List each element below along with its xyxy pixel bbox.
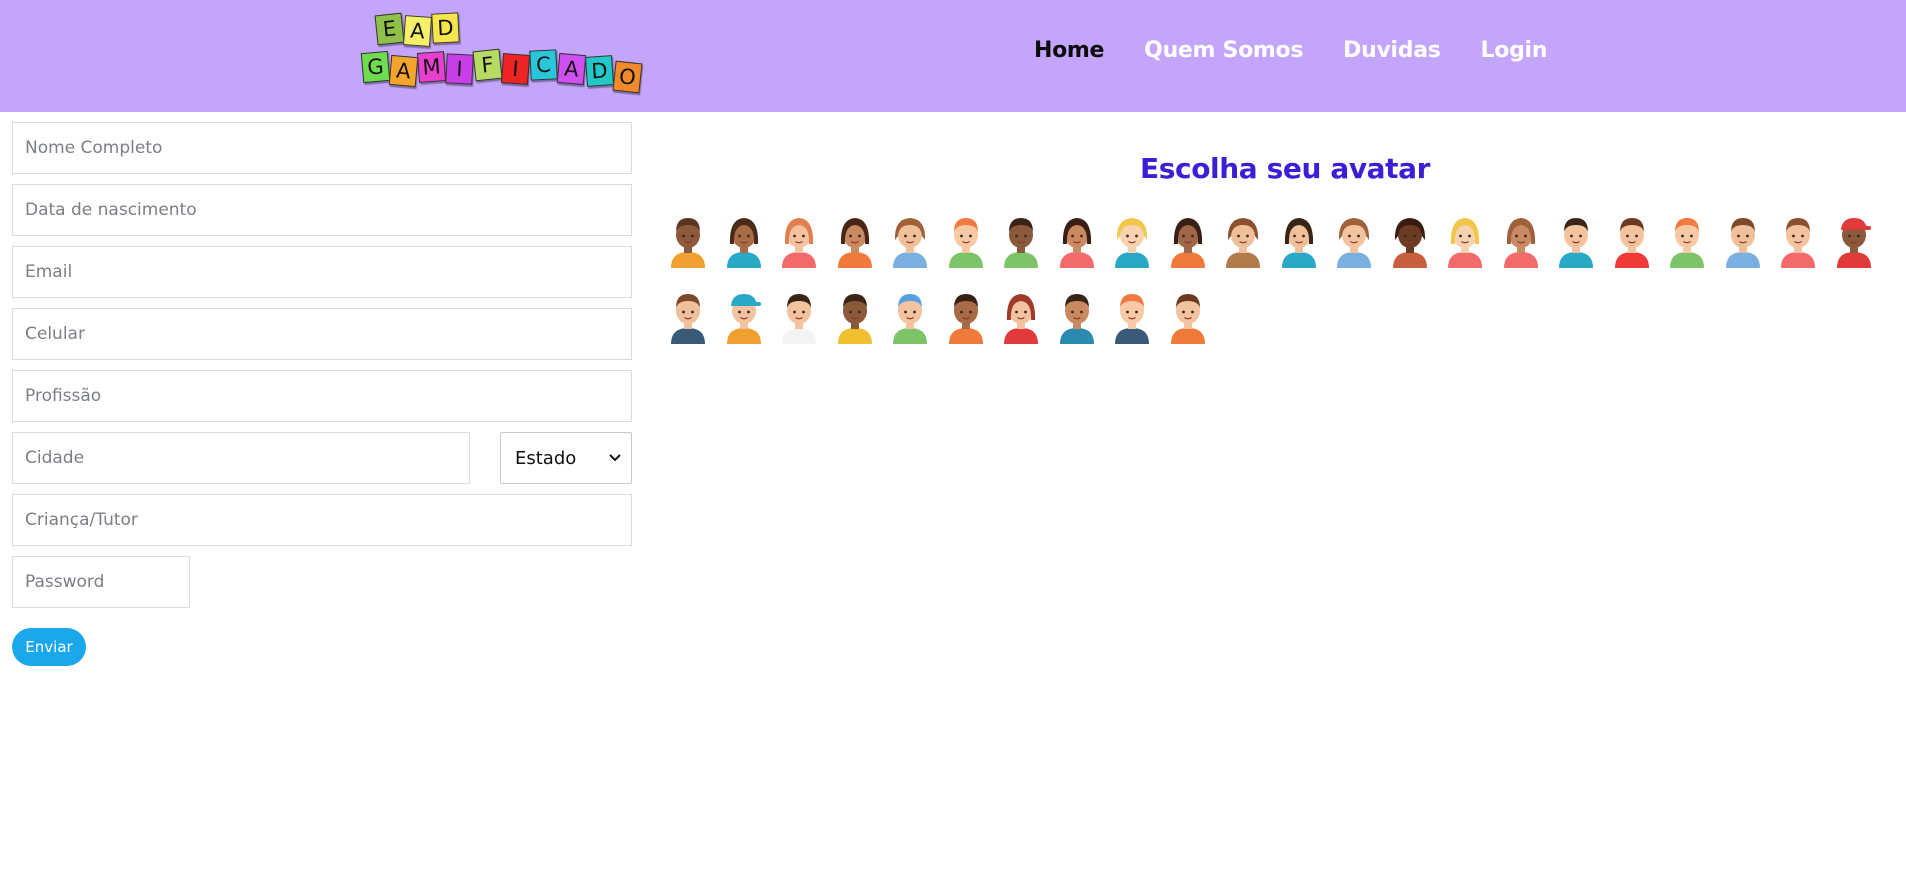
avatar-option[interactable] xyxy=(1390,214,1430,268)
avatar-option[interactable] xyxy=(1112,214,1152,268)
crianca-tutor-input[interactable] xyxy=(12,494,632,546)
avatar-option[interactable] xyxy=(668,214,708,268)
logo[interactable]: E A D G A M I F I C A D O xyxy=(360,10,652,96)
avatar-option[interactable] xyxy=(1667,214,1707,268)
avatar-section-title: Escolha seu avatar xyxy=(1140,152,1431,185)
avatar-option[interactable] xyxy=(1723,214,1763,268)
avatar-option[interactable] xyxy=(946,214,986,268)
avatar-option[interactable] xyxy=(890,290,930,344)
chevron-down-icon xyxy=(609,451,621,465)
avatar-option[interactable] xyxy=(724,290,764,344)
nav-quem-somos[interactable]: Quem Somos xyxy=(1144,38,1303,63)
avatar-option[interactable] xyxy=(1279,214,1319,268)
avatar-option[interactable] xyxy=(1001,214,1041,268)
avatar-option[interactable] xyxy=(1501,214,1541,268)
nav-duvidas[interactable]: Duvidas xyxy=(1343,38,1441,63)
avatar-option[interactable] xyxy=(1445,214,1485,268)
avatar-option[interactable] xyxy=(1834,214,1874,268)
avatar-option[interactable] xyxy=(1556,214,1596,268)
nome-completo-input[interactable] xyxy=(12,122,632,174)
password-input[interactable] xyxy=(12,556,190,608)
avatar-option[interactable] xyxy=(1057,214,1097,268)
avatar-option[interactable] xyxy=(1057,290,1097,344)
avatar-option[interactable] xyxy=(1168,214,1208,268)
cidade-input[interactable] xyxy=(12,432,470,484)
avatar-option[interactable] xyxy=(946,290,986,344)
profissao-input[interactable] xyxy=(12,370,632,422)
email-input[interactable] xyxy=(12,246,632,298)
avatar-option[interactable] xyxy=(835,290,875,344)
celular-input[interactable] xyxy=(12,308,632,360)
avatar-option[interactable] xyxy=(779,214,819,268)
navbar: E A D G A M I F I C A D O Home Quem Somo… xyxy=(0,0,1906,112)
nav-home[interactable]: Home xyxy=(1034,38,1104,63)
avatar-option[interactable] xyxy=(1223,214,1263,268)
avatar-option[interactable] xyxy=(668,290,708,344)
avatar-option[interactable] xyxy=(1168,290,1208,344)
nav-login[interactable]: Login xyxy=(1481,38,1548,63)
enviar-button[interactable]: Enviar xyxy=(12,628,86,666)
avatar-option[interactable] xyxy=(1612,214,1652,268)
avatar-option[interactable] xyxy=(724,214,764,268)
avatar-option[interactable] xyxy=(1112,290,1152,344)
estado-selected-value: Estado xyxy=(515,447,577,469)
avatar-option[interactable] xyxy=(1334,214,1374,268)
data-nascimento-input[interactable] xyxy=(12,184,632,236)
main-nav: Home Quem Somos Duvidas Login xyxy=(1034,38,1547,63)
avatar-option[interactable] xyxy=(1778,214,1818,268)
avatar-option[interactable] xyxy=(890,214,930,268)
avatar-option[interactable] xyxy=(835,214,875,268)
avatar-option[interactable] xyxy=(1001,290,1041,344)
estado-select[interactable]: Estado xyxy=(500,432,632,484)
avatar-option[interactable] xyxy=(779,290,819,344)
